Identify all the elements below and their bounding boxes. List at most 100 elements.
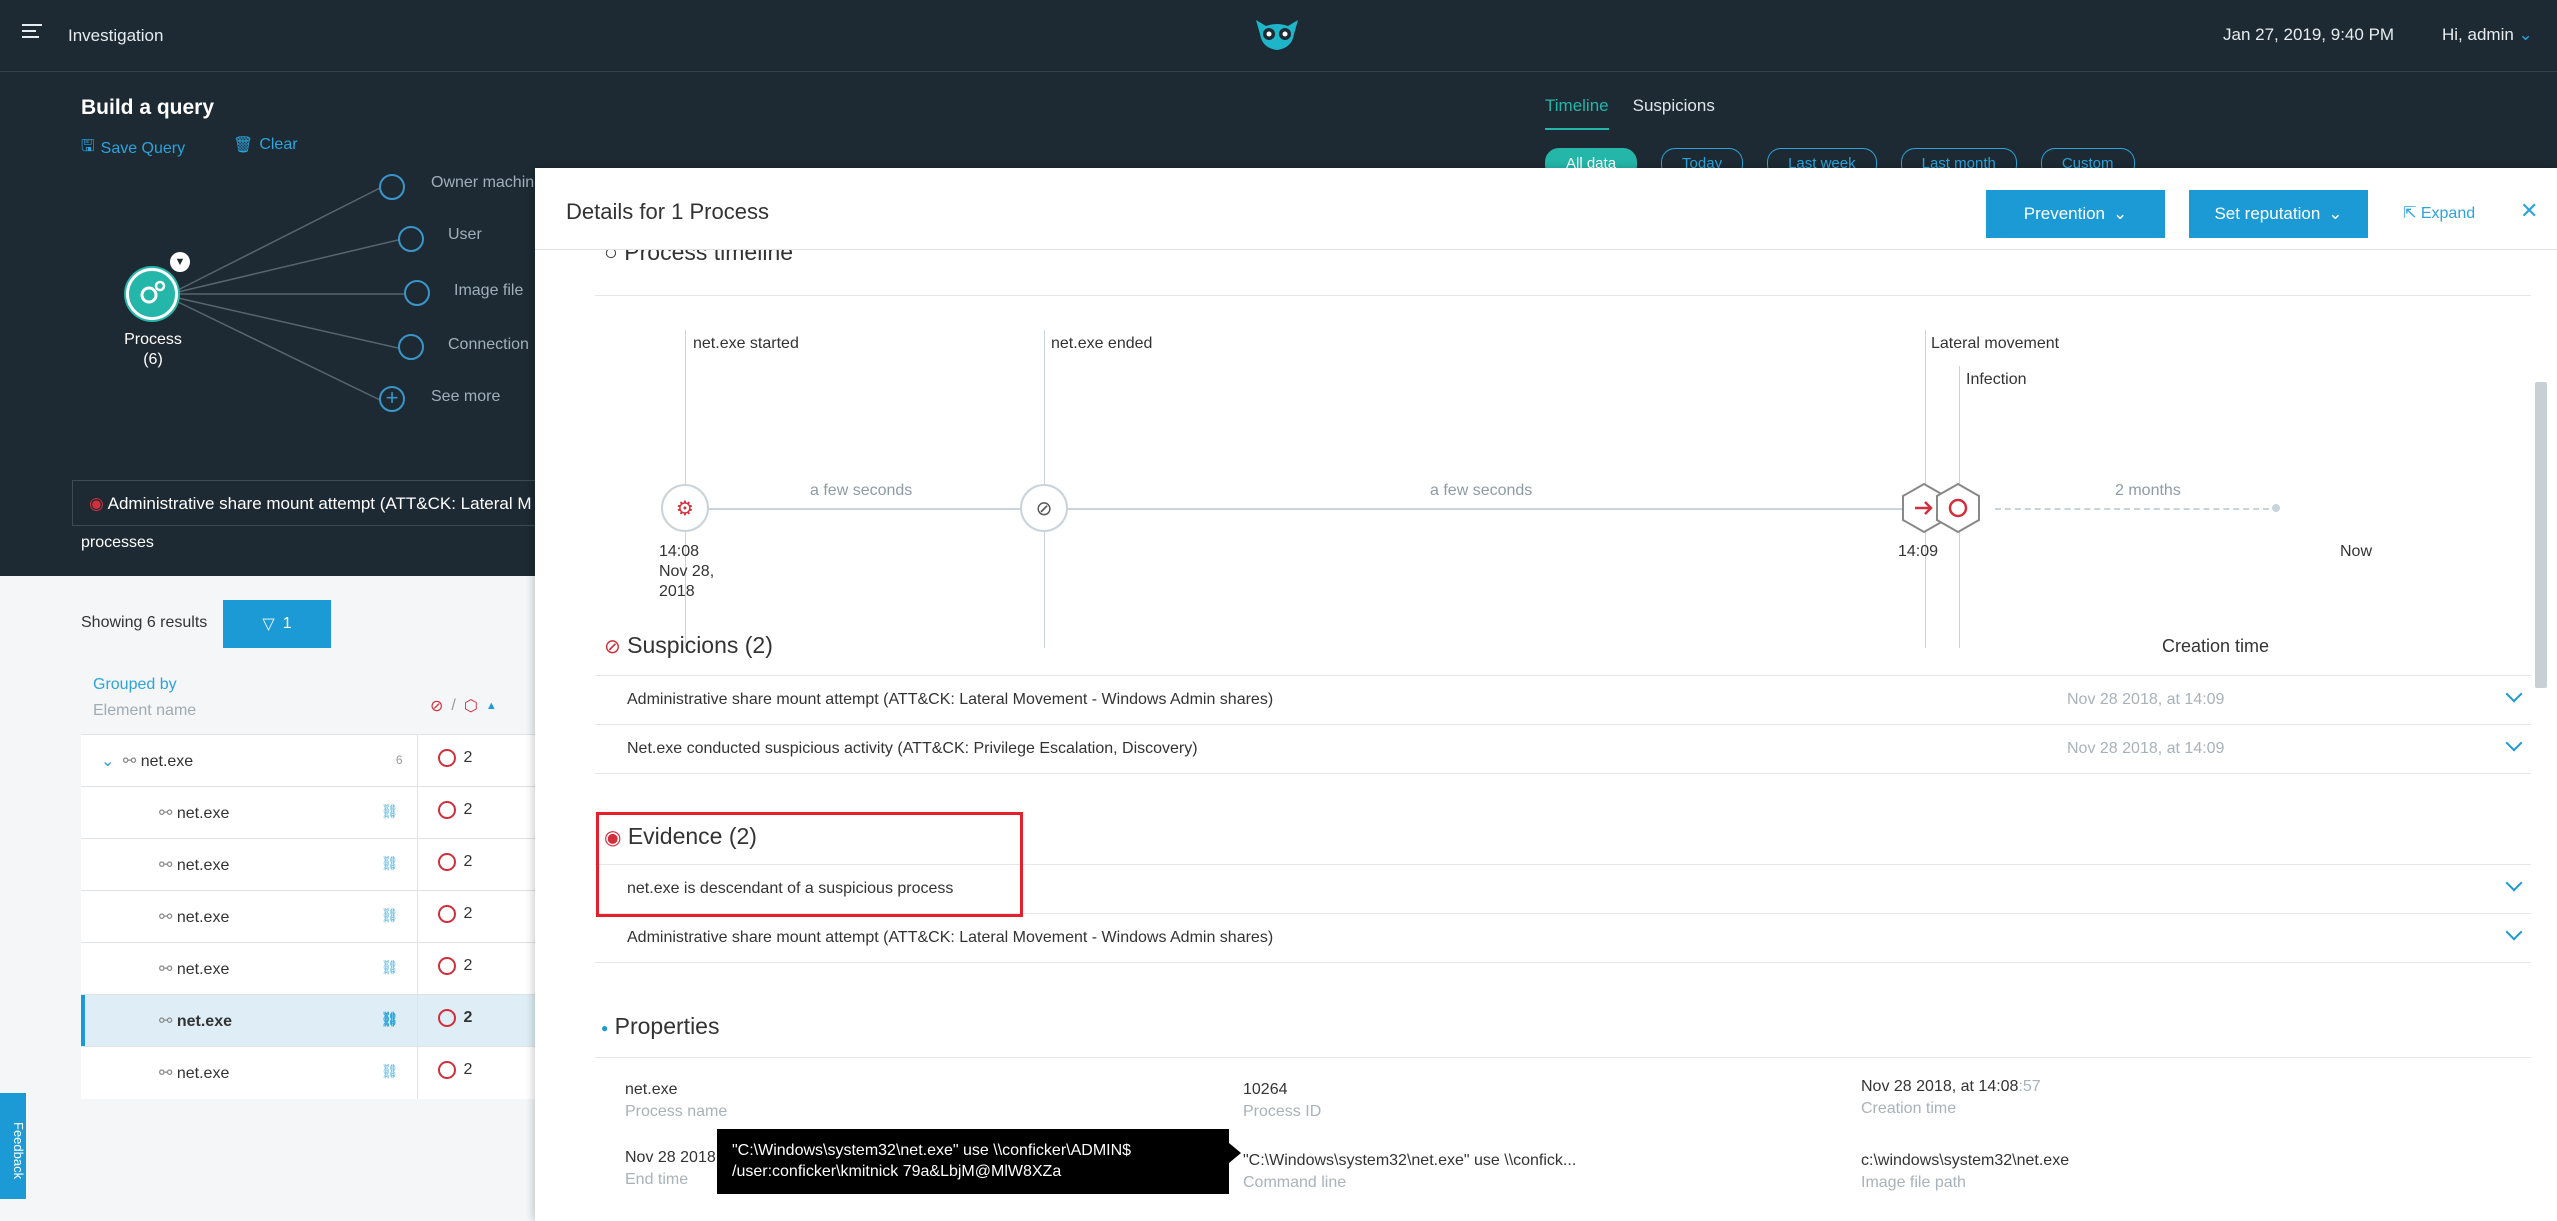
process-icon: ⚯ xyxy=(159,856,173,874)
event-started: net.exe started xyxy=(693,335,799,352)
tab-suspicions[interactable]: Suspicions xyxy=(1633,96,1715,130)
prevention-button[interactable]: Prevention ⌄ xyxy=(1986,190,2165,238)
suspicions-cell: 2 xyxy=(417,838,541,891)
prop-creation-time: Nov 28 2018, at 14:08:57 Creation time xyxy=(1861,1078,2041,1118)
row-name: net.exe xyxy=(176,1012,232,1030)
divider xyxy=(595,295,2531,296)
suspicion-count: 2 xyxy=(463,749,473,766)
process-tree-icon[interactable]: ⛓ xyxy=(381,803,399,820)
chevron-down-icon[interactable] xyxy=(2505,685,2523,703)
event-lateral-movement: Lateral movement xyxy=(1931,335,2060,352)
process-icon: ⚯ xyxy=(159,1064,173,1082)
image-file-label: Image file xyxy=(454,282,524,299)
prop-value: 10264 xyxy=(1243,1081,1288,1098)
image-file-node[interactable] xyxy=(404,280,430,306)
process-tree-icon[interactable]: ⛓ xyxy=(381,959,399,976)
table-row[interactable]: ⚯ net.exe ⛓ 2 xyxy=(81,1046,541,1099)
suspicion-count: 2 xyxy=(463,905,473,922)
suspicion-count: 2 xyxy=(463,801,473,818)
set-reputation-button[interactable]: Set reputation ⌄ xyxy=(2189,190,2368,238)
chevron-down-icon: ⌄ xyxy=(2518,25,2533,44)
table-row-selected[interactable]: ⚯ net.exe ⛓ 2 xyxy=(81,994,541,1047)
event-infection: Infection xyxy=(1966,371,2027,388)
process-end-node[interactable]: ⊘ xyxy=(1020,484,1068,532)
table-row[interactable]: ⚯ net.exe ⛓ 2 xyxy=(81,942,541,995)
properties-title: Properties xyxy=(614,1013,720,1039)
prevention-label: Prevention xyxy=(2023,204,2106,223)
user-menu[interactable]: Hi, admin ⌄ xyxy=(2442,25,2533,45)
chevron-down-icon: ⌄ xyxy=(2113,204,2128,223)
process-tree-icon[interactable]: ⛓ xyxy=(381,855,399,872)
view-tabs: Timeline Suspicions xyxy=(1545,96,1715,130)
scrollbar[interactable] xyxy=(2535,382,2547,688)
process-tree-icon[interactable]: ⛓ xyxy=(381,1063,399,1080)
set-reputation-label: Set reputation xyxy=(2214,204,2321,223)
process-icon: ⚯ xyxy=(159,960,173,978)
column-sort-icons[interactable]: ⊘ / ⬡ ▲ xyxy=(430,696,497,716)
process-tree-icon[interactable]: ⛓ xyxy=(381,907,399,924)
process-label: Process xyxy=(124,331,182,348)
query-filter-chip[interactable]: ◉ Administrative share mount attempt (AT… xyxy=(72,480,592,526)
owner-machine-label: Owner machin xyxy=(431,174,535,191)
row-name: net.exe xyxy=(176,856,230,874)
row-name: net.exe xyxy=(176,804,230,822)
prop-command-line[interactable]: "C:\Windows\system32\net.exe" use \\conf… xyxy=(1243,1152,1576,1192)
owner-machine-node[interactable] xyxy=(379,174,405,200)
process-start-node[interactable]: ⚙ xyxy=(661,484,709,532)
name-cell: ⚯ net.exe ⛓ xyxy=(81,994,418,1047)
owl-logo-icon xyxy=(1256,20,1298,50)
suspicion-item[interactable]: Net.exe conducted suspicious activity (A… xyxy=(595,725,2531,774)
infection-hex-icon[interactable] xyxy=(1935,482,1981,534)
row-name: net.exe xyxy=(176,1064,230,1082)
connection-node[interactable] xyxy=(398,334,424,360)
process-node-label: Process (6) xyxy=(100,330,206,370)
filter-button[interactable]: ▽ 1 xyxy=(223,600,331,648)
chevron-down-icon[interactable]: ⌄ xyxy=(81,753,114,770)
timeline-axis-future xyxy=(1995,508,2269,510)
process-tree-icon[interactable]: ⛓ xyxy=(381,1011,399,1028)
table-row[interactable]: ⚯ net.exe ⛓ 2 xyxy=(81,890,541,943)
menu-icon[interactable] xyxy=(22,24,42,40)
chevron-down-icon[interactable] xyxy=(2505,734,2523,752)
prop-image-path: c:\windows\system32\net.exe Image file p… xyxy=(1861,1152,2069,1192)
prop-label: Process name xyxy=(625,1103,728,1120)
evidence-item[interactable]: Administrative share mount attempt (ATT&… xyxy=(595,914,2531,963)
tab-timeline[interactable]: Timeline xyxy=(1545,96,1609,130)
gear-off-icon: ⊘ xyxy=(1035,497,1053,520)
chevron-down-icon[interactable] xyxy=(2505,874,2523,892)
grouped-by-label[interactable]: Grouped by xyxy=(93,676,177,694)
feedback-tab[interactable]: Feedback xyxy=(0,1093,26,1199)
process-icon: ⚯ xyxy=(122,752,137,770)
filter-icon: ▽ xyxy=(262,616,275,633)
evidence-text: Administrative share mount attempt (ATT&… xyxy=(627,929,1274,946)
process-icon: ⚯ xyxy=(159,908,173,926)
properties-section-title: ● Properties xyxy=(601,1013,719,1040)
suspicions-cell: 2 xyxy=(417,890,541,943)
table-row[interactable]: ⚯ net.exe ⛓ 2 xyxy=(81,838,541,891)
process-count: (6) xyxy=(143,351,163,368)
start-time: 14:08 xyxy=(659,543,700,560)
table-row[interactable]: ⚯ net.exe ⛓ 2 xyxy=(81,786,541,839)
table-group-row[interactable]: ⌄ ⚯ net.exe 6 2 xyxy=(81,734,541,787)
expand-link[interactable]: ⇱ Expand xyxy=(2403,203,2475,223)
user-node[interactable] xyxy=(398,226,424,252)
chevron-down-icon[interactable] xyxy=(2505,923,2523,941)
close-icon[interactable]: ✕ xyxy=(2520,198,2538,224)
mid-timestamp: 14:09 xyxy=(1898,543,1939,560)
top-bar: Investigation Jan 27, 2019, 9:40 PM Hi, … xyxy=(0,0,2557,72)
start-year: 2018 xyxy=(659,583,695,600)
timeline-axis xyxy=(709,508,1947,510)
group-name: net.exe xyxy=(140,752,194,770)
suspicion-text: Net.exe conducted suspicious activity (A… xyxy=(627,740,1198,757)
see-more-node[interactable]: + xyxy=(379,386,405,412)
gap-label: a few seconds xyxy=(810,482,913,499)
row-name: net.exe xyxy=(176,908,230,926)
malop-hex-icon: ⬡ xyxy=(463,698,478,715)
group-count: 6 xyxy=(395,753,403,767)
gear-icon: ⚙ xyxy=(676,497,694,520)
app-title: Investigation xyxy=(68,26,164,45)
suspicion-count: 2 xyxy=(463,957,473,974)
process-node[interactable] xyxy=(126,268,178,320)
suspicion-item[interactable]: Administrative share mount attempt (ATT&… xyxy=(595,676,2531,725)
results-count: Showing 6 results xyxy=(81,614,208,631)
